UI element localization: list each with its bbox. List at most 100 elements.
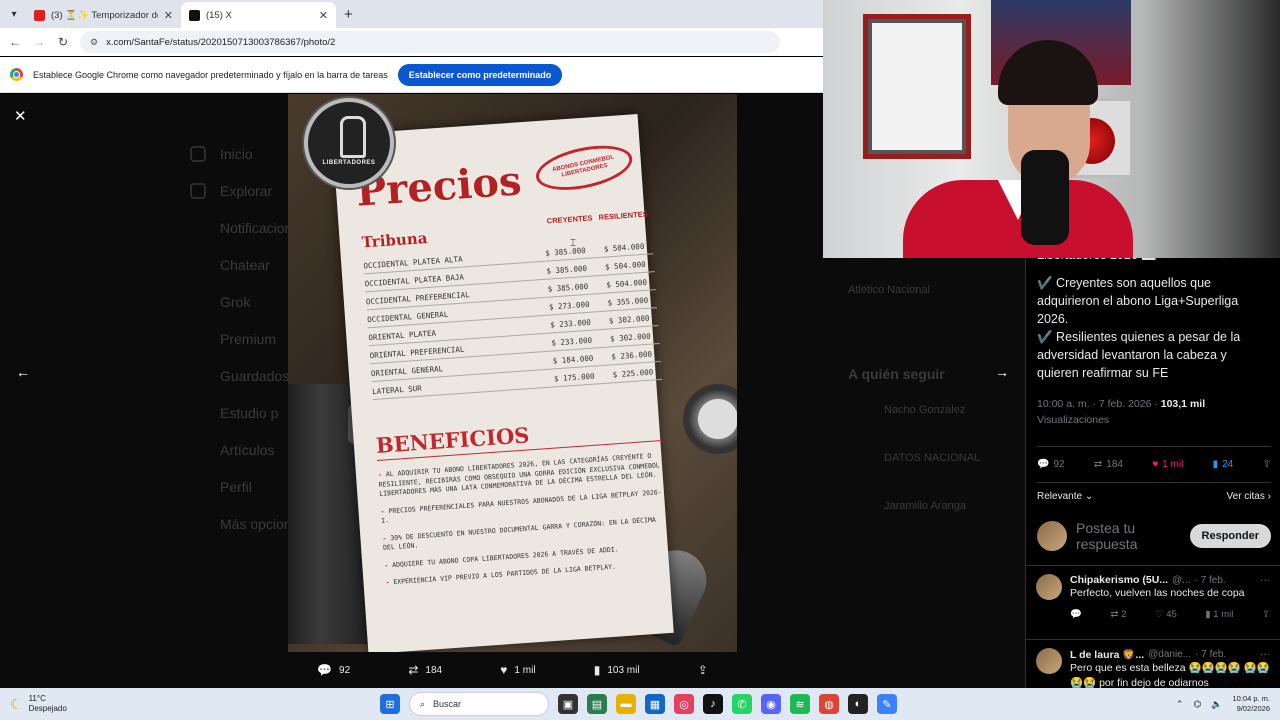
heart-icon[interactable]: ♡ 45 (1155, 609, 1177, 620)
next-photo-icon[interactable]: → (995, 364, 1009, 380)
taskbar-apps: ⊞ ⌕ Buscar ▣ ▤ ▬ ▦ ◎ ♪ ✆ ◉ ≋ ◍ ◐ ✎ (380, 692, 897, 716)
bg-suggestion: Jaramillo Aranga (884, 500, 966, 512)
close-tab-icon[interactable]: ✕ (319, 9, 328, 22)
network-icon[interactable]: ⌬ (1193, 699, 1201, 710)
reply-text: Pero que es esta belleza 😭😭😭😭 😭😭😭😭 por f… (1070, 662, 1270, 688)
reply-input[interactable]: Postea tu respuesta (1076, 520, 1181, 552)
close-viewer-icon[interactable]: ✕ (14, 107, 27, 125)
taskbar: ☾ 11°C Despejado ⊞ ⌕ Buscar ▣ ▤ ▬ ▦ ◎ ♪ … (0, 688, 1280, 720)
tweet-time[interactable]: 10:00 a. m. · 7 feb. 2026 · (1037, 398, 1161, 410)
avatar (1036, 648, 1062, 674)
nav-grok: Grok (220, 294, 251, 310)
tiktok-icon[interactable]: ♪ (703, 694, 723, 714)
reply-submit-button[interactable]: Responder (1189, 524, 1271, 548)
reply-button[interactable]: 💬 92 (317, 663, 350, 677)
address-bar[interactable]: ⚙ x.com/SantaFe/status/20201507130037863… (80, 31, 780, 53)
instagram-icon[interactable]: ◎ (674, 694, 694, 714)
tweet-stats: 💬 92 ⇄ 184 ♥ 1 mil ▮ 24 ⇪ (1037, 446, 1271, 470)
obs-icon[interactable]: ◐ (848, 694, 868, 714)
row-resilientes: $ 504.000 (606, 277, 648, 290)
reply-date: · 7 feb. (1195, 649, 1227, 660)
more-icon[interactable]: ··· (1260, 575, 1270, 586)
spotify-icon[interactable]: ≋ (790, 694, 810, 714)
share-button[interactable]: ⇪ (698, 663, 708, 677)
back-icon[interactable]: ← (8, 35, 22, 49)
chrome-icon[interactable]: ◍ (819, 694, 839, 714)
col-resilientes: RESILIENTES (598, 209, 648, 222)
reply-stat[interactable]: 💬 92 (1037, 459, 1065, 470)
share-stat[interactable]: ⇪ (1263, 459, 1271, 470)
store-icon[interactable]: ▤ (587, 694, 607, 714)
new-tab-button[interactable]: + (344, 6, 353, 23)
hair (998, 40, 1098, 105)
chevron-down-icon: ⌄ (1084, 491, 1094, 502)
weather-widget[interactable]: ☾ 11°C Despejado (0, 694, 380, 714)
webcam-overlay (823, 0, 1280, 258)
bg-trend: Atlético Nacional (848, 284, 930, 296)
folder-icon[interactable]: ▬ (616, 694, 636, 714)
views-icon[interactable]: ▮ 1 mil (1205, 609, 1233, 620)
weather-text: 11°C Despejado (29, 694, 67, 714)
reply-icon: 💬 (317, 663, 333, 677)
row-creyentes: $ 273.000 (548, 299, 590, 312)
set-default-button[interactable]: Establecer como predeterminado (397, 63, 563, 86)
reply-item[interactable]: L de laura 🦁... @danie... · 7 feb. ··· P… (1026, 639, 1280, 688)
x-logo-icon (189, 9, 200, 21)
repost-stat[interactable]: ⇄ 184 (1094, 459, 1123, 470)
like-button[interactable]: ♥ 1 mil (500, 663, 535, 677)
share-icon[interactable]: ⇪ (1262, 609, 1270, 620)
heart-icon: ♥ (1152, 459, 1159, 470)
tweet-meta: 10:00 a. m. · 7 feb. 2026 · 103,1 mil (1037, 396, 1271, 412)
prev-photo-icon[interactable]: ← (16, 364, 30, 380)
bg-who-to-follow: A quién seguir (848, 366, 945, 382)
tweet-line-creyentes: ✔️ Creyentes son aquellos que adquiriero… (1037, 276, 1239, 326)
whatsapp-icon[interactable]: ✆ (732, 694, 752, 714)
tab-search-icon[interactable]: ▾ (2, 4, 26, 24)
row-resilientes: $ 225.000 (612, 367, 654, 379)
taskbar-search[interactable]: ⌕ Buscar (409, 692, 549, 716)
tab-title: (15) X (206, 9, 232, 21)
like-count: 45 (1166, 609, 1177, 620)
mouse-cursor-icon: ⌶ (570, 238, 576, 249)
weather-condition: Despejado (28, 704, 67, 713)
badge-text: LIBERTADORES (322, 160, 376, 166)
reply-icon[interactable]: 💬 (1070, 609, 1082, 620)
reply-author[interactable]: Chipakerismo (5U... (1070, 574, 1168, 586)
nav-explore: Explorar (220, 183, 273, 199)
see-quotes-link[interactable]: Ver citas › (1227, 491, 1271, 502)
share-icon: ⇪ (1262, 459, 1271, 470)
site-info-icon[interactable]: ⚙ (90, 37, 98, 48)
poster-section: Tribuna (361, 228, 428, 252)
speaker-icon[interactable]: 🔈 (1211, 699, 1222, 710)
tab-title: (3) ⏳✨ Temporizador de 10 (51, 9, 158, 21)
task-view-icon[interactable]: ▣ (558, 694, 578, 714)
nav-studio: Estudio p (220, 405, 279, 421)
tab-x[interactable]: (15) X ✕ (181, 2, 336, 28)
compass-prop (683, 384, 737, 454)
viewer-action-bar: 💬 92 ⇄ 184 ♥ 1 mil ▮ 103 mil ⇪ (288, 652, 737, 688)
repost-button[interactable]: ⇄ 184 (408, 663, 442, 677)
tab-timer[interactable]: (3) ⏳✨ Temporizador de 10 ✕ (26, 2, 181, 28)
like-stat[interactable]: ♥ 1 mil (1152, 459, 1183, 470)
windows-start-icon[interactable]: ⊞ (380, 694, 400, 714)
sort-dropdown[interactable]: Relevante ⌄ (1037, 491, 1093, 502)
app-icon[interactable]: ▦ (645, 694, 665, 714)
more-icon[interactable]: ··· (1260, 649, 1270, 660)
forward-icon[interactable]: → (32, 35, 46, 49)
heart-icon: ♥ (500, 663, 508, 677)
reply-author[interactable]: L de laura 🦁... (1070, 648, 1144, 661)
nav-home: Inicio (220, 146, 253, 162)
clock[interactable]: 10:04 p. m. 9/02/2026 (1232, 694, 1270, 714)
bookmark-stat[interactable]: ▮ 24 (1213, 459, 1234, 470)
chevron-up-icon[interactable]: ⌃ (1176, 699, 1184, 710)
bg-suggestion: Nacho Gonzalez (884, 404, 966, 416)
reply-item[interactable]: Chipakerismo (5U... @... · 7 feb. ··· Pe… (1026, 565, 1280, 620)
snipping-icon[interactable]: ✎ (877, 694, 897, 714)
discord-icon[interactable]: ◉ (761, 694, 781, 714)
poster-stamp: ABONOS CONMEBOL LIBERTADORES (532, 138, 637, 198)
close-tab-icon[interactable]: ✕ (164, 9, 173, 22)
reload-icon[interactable]: ↻ (56, 35, 70, 49)
reply-count: 92 (1053, 459, 1065, 470)
repost-icon[interactable]: ⇄ 2 (1110, 609, 1126, 620)
views-button[interactable]: ▮ 103 mil (594, 663, 640, 677)
